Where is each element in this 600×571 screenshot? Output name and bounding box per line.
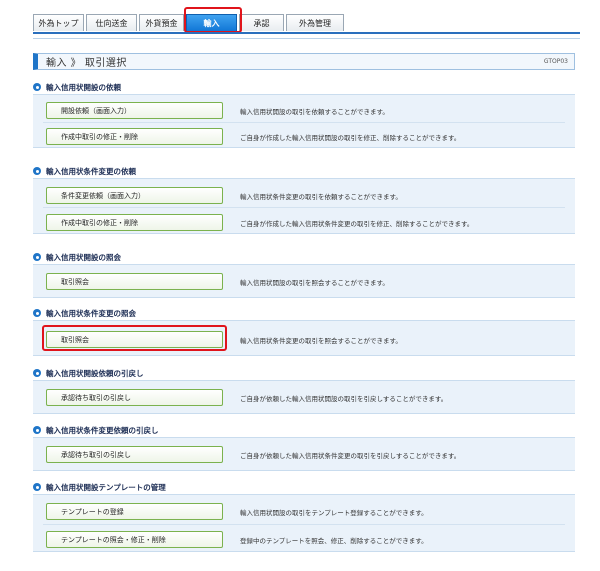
section-panel: テンプレートの登録 輸入信用状開設の取引をテンプレート登録することができます。 …	[33, 494, 575, 552]
section-title: 輸入信用状条件変更の依頼	[46, 166, 136, 176]
list-item: 承認待ち取引の引戻し ご自身が依頼した輸入信用状条件変更の取引を引戻しすることが…	[33, 443, 575, 465]
section-header: 輸入信用状条件変更依頼の引戻し	[33, 424, 575, 436]
bullet-icon	[33, 83, 41, 91]
section-header: 輸入信用状条件変更の依頼	[33, 165, 575, 177]
section-panel: 条件変更依頼（画面入力） 輸入信用状条件変更の取引を依頼することができます。 作…	[33, 178, 575, 234]
tab-label: 承認	[253, 18, 270, 28]
page-title: 輸入 》 取引選択	[46, 58, 127, 69]
list-item: テンプレートの照会・修正・削除 登録中のテンプレートを照会、修正、削除することが…	[33, 528, 575, 550]
edit-draft-button[interactable]: 作成中取引の修正・削除	[46, 214, 223, 231]
tab-approval[interactable]: 承認	[239, 14, 284, 31]
section-header: 輸入信用状開設の依頼	[33, 81, 575, 93]
section-header: 輸入信用状条件変更の照会	[33, 307, 575, 319]
tab-fx-top[interactable]: 外為トップ	[33, 14, 84, 31]
section-title: 輸入信用状条件変更の照会	[46, 308, 136, 318]
row-divider	[43, 122, 565, 123]
section-header: 輸入信用状開設の照会	[33, 251, 575, 263]
list-item: 条件変更依頼（画面入力） 輸入信用状条件変更の取引を依頼することができます。	[33, 184, 575, 206]
row-description: ご自身が作成した輸入信用状条件変更の取引を修正、削除することができます。	[240, 220, 474, 228]
edit-draft-button[interactable]: 作成中取引の修正・削除	[46, 128, 223, 145]
section-header: 輸入信用状開設依頼の引戻し	[33, 367, 575, 379]
open-request-input-button[interactable]: 開設依頼（画面入力）	[46, 102, 223, 119]
highlight-box-tab	[184, 7, 242, 33]
row-description: 輸入信用状開設の取引をテンプレート登録することができます。	[240, 509, 428, 517]
list-item: 承認待ち取引の引戻し ご自身が依頼した輸入信用状開設の取引を引戻しすることができ…	[33, 386, 575, 408]
tab-fx-management[interactable]: 外為管理	[286, 14, 344, 31]
recall-pending-button[interactable]: 承認待ち取引の引戻し	[46, 446, 223, 463]
section-panel: 取引照会 輸入信用状開設の取引を照会することができます。	[33, 264, 575, 298]
tab-label: 外為トップ	[38, 18, 79, 28]
page-title-bar: 輸入 》 取引選択 GTOP03	[33, 53, 575, 70]
tab-foreign-deposit[interactable]: 外貨預金	[139, 14, 184, 31]
section-title: 輸入信用状開設の依頼	[46, 82, 121, 92]
bullet-icon	[33, 253, 41, 261]
highlight-box-button	[42, 325, 227, 351]
list-item: 作成中取引の修正・削除 ご自身が作成した輸入信用状条件変更の取引を修正、削除する…	[33, 211, 575, 233]
row-description: ご自身が作成した輸入信用状開設の取引を修正、削除することができます。	[240, 134, 461, 142]
section-header: 輸入信用状開設テンプレートの管理	[33, 481, 575, 493]
section-panel: 承認待ち取引の引戻し ご自身が依頼した輸入信用状開設の取引を引戻しすることができ…	[33, 380, 575, 414]
row-description: 登録中のテンプレートを照会、修正、削除することができます。	[240, 537, 428, 545]
tab-label: 仕向送金	[95, 18, 128, 28]
list-item: 作成中取引の修正・削除 ご自身が作成した輸入信用状開設の取引を修正、削除すること…	[33, 125, 575, 147]
row-description: 輸入信用状開設の取引を照会することができます。	[240, 279, 389, 287]
manage-template-button[interactable]: テンプレートの照会・修正・削除	[46, 531, 223, 548]
amendment-request-input-button[interactable]: 条件変更依頼（画面入力）	[46, 187, 223, 204]
divider	[33, 38, 580, 39]
bullet-icon	[33, 369, 41, 377]
screen-id: GTOP03	[543, 58, 568, 65]
row-description: ご自身が依頼した輸入信用状開設の取引を引戻しすることができます。	[240, 395, 448, 403]
tab-underline	[33, 32, 580, 34]
section-panel: 承認待ち取引の引戻し ご自身が依頼した輸入信用状条件変更の取引を引戻しすることが…	[33, 437, 575, 471]
list-item: テンプレートの登録 輸入信用状開設の取引をテンプレート登録することができます。	[33, 500, 575, 522]
bullet-icon	[33, 167, 41, 175]
section-title: 輸入信用状開設依頼の引戻し	[46, 368, 144, 378]
list-item: 取引照会 輸入信用状開設の取引を照会することができます。	[33, 270, 575, 292]
register-template-button[interactable]: テンプレートの登録	[46, 503, 223, 520]
section-panel: 開設依頼（画面入力） 輸入信用状開設の取引を依頼することができます。 作成中取引…	[33, 94, 575, 148]
list-item: 開設依頼（画面入力） 輸入信用状開設の取引を依頼することができます。	[33, 99, 575, 121]
bullet-icon	[33, 483, 41, 491]
tab-label: 外貨預金	[145, 18, 178, 28]
bullet-icon	[33, 426, 41, 434]
section-title: 輸入信用状条件変更依頼の引戻し	[46, 425, 159, 435]
row-divider	[43, 207, 565, 208]
row-description: 輸入信用状条件変更の取引を照会することができます。	[240, 337, 402, 345]
row-description: 輸入信用状開設の取引を依頼することができます。	[240, 108, 389, 116]
transaction-inquiry-button[interactable]: 取引照会	[46, 273, 223, 290]
section-title: 輸入信用状開設テンプレートの管理	[46, 482, 166, 492]
row-description: 輸入信用状条件変更の取引を依頼することができます。	[240, 193, 402, 201]
bullet-icon	[33, 309, 41, 317]
row-divider	[43, 524, 565, 525]
section-title: 輸入信用状開設の照会	[46, 252, 121, 262]
recall-pending-button[interactable]: 承認待ち取引の引戻し	[46, 389, 223, 406]
tab-label: 外為管理	[299, 18, 331, 28]
row-description: ご自身が依頼した輸入信用状条件変更の取引を引戻しすることができます。	[240, 452, 461, 460]
tab-outward-remittance[interactable]: 仕向送金	[86, 14, 137, 31]
